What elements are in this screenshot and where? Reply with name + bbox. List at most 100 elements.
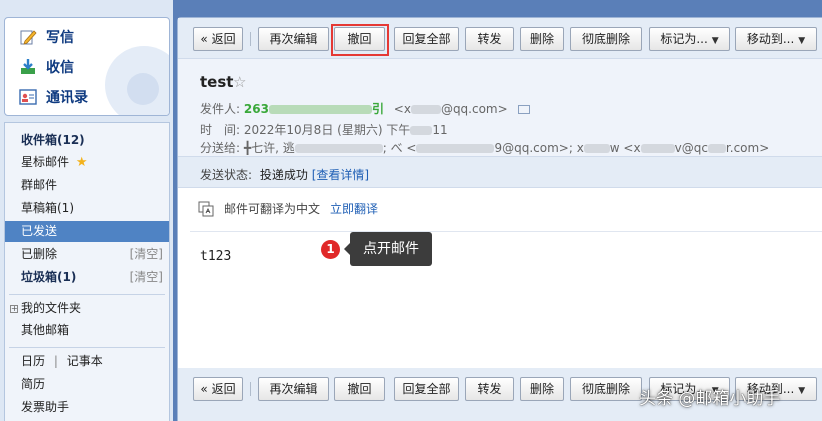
inbox-download-icon — [19, 58, 37, 76]
translate-bar: 邮件可翻译为中文 立即翻译 — [198, 200, 378, 217]
back-button[interactable]: « 返回 — [193, 377, 243, 401]
clear-deleted-link[interactable]: [清空] — [130, 244, 163, 265]
send-status: 发送状态: 投递成功 [查看详情] — [200, 166, 369, 183]
recipient-6[interactable]: r.com> — [726, 141, 769, 155]
resume-link[interactable]: 简历 — [5, 374, 169, 395]
delete-permanently-button[interactable]: 彻底删除 — [570, 27, 642, 51]
time-value: 2022年10月8日 (星期六) 下午 — [243, 123, 411, 137]
redacted-text — [583, 144, 610, 153]
contact-card-icon[interactable] — [517, 105, 530, 114]
sender-name[interactable]: 263 — [244, 102, 269, 116]
reply-all-button[interactable]: 回复全部 — [394, 377, 459, 401]
time-row: 时 间: 2022年10月8日 (星期六) 下午 11 — [200, 121, 448, 138]
move-to-dropdown[interactable]: 移动到... ▼ — [735, 27, 817, 51]
recall-button[interactable]: 撤回 — [334, 377, 385, 401]
delete-permanently-button[interactable]: 彻底删除 — [570, 377, 642, 401]
edit-again-button[interactable]: 再次编辑 — [258, 377, 329, 401]
recipient-5[interactable]: v@qc — [675, 141, 708, 155]
receive-mail-button[interactable]: 收信 — [19, 55, 74, 79]
time-label: 时 间: — [200, 123, 241, 137]
mail-header: test ☆ 发件人: 263 引 <x @qq.com> 时 间: 2022年10… — [178, 58, 822, 156]
delete-button[interactable]: 删除 — [520, 27, 564, 51]
receive-mail-label: 收信 — [46, 60, 74, 76]
folder-inbox[interactable]: 收件箱(12) — [5, 130, 169, 151]
contacts-card-icon — [19, 88, 37, 106]
left-sidebar: 写信 收信 通讯录 收件箱(12) 星标邮件 ★ 群邮件 草稿箱(1) 已发送 … — [0, 0, 173, 421]
dropdown-arrow-icon: ▼ — [798, 36, 806, 46]
recipient-4[interactable]: w <x — [610, 141, 641, 155]
folder-my-folders[interactable]: + 我的文件夹 — [5, 298, 169, 319]
star-icon: ★ — [75, 155, 88, 170]
resume-label: 简历 — [21, 377, 46, 391]
redacted-text — [294, 144, 383, 153]
sender-name-tail: 引 — [371, 102, 384, 116]
sender-email-prefix: <x — [393, 102, 411, 116]
folder-junk[interactable]: 垃圾箱(1) [清空] — [5, 267, 169, 288]
recipient-2[interactable]: ; べ < — [383, 141, 417, 155]
send-status-bar: 发送状态: 投递成功 [查看详情] — [178, 156, 822, 188]
divider — [190, 231, 822, 232]
redacted-text — [707, 144, 726, 153]
redacted-text — [410, 126, 433, 135]
forward-button[interactable]: 转发 — [465, 27, 514, 51]
redacted-text — [410, 105, 441, 114]
clear-junk-link[interactable]: [清空] — [130, 267, 163, 288]
delete-button[interactable]: 删除 — [520, 377, 564, 401]
folder-group[interactable]: 群邮件 — [5, 175, 169, 196]
folder-drafts-label: 草稿箱(1) — [21, 201, 74, 215]
star-icon[interactable]: ☆ — [233, 73, 246, 91]
recipients-row: 分送给: ╋七许, 逃 ; べ < 9@qq.com>; x w <x v@qc r.co… — [200, 139, 769, 156]
redacted-text — [640, 144, 675, 153]
expand-icon[interactable]: + — [10, 305, 18, 313]
contacts-button[interactable]: 通讯录 — [19, 85, 88, 109]
divider — [9, 347, 165, 348]
folder-inbox-label: 收件箱(12) — [21, 133, 85, 147]
forward-button[interactable]: 转发 — [465, 377, 514, 401]
top-toolbar: « 返回 再次编辑 撤回 回复全部 转发 删除 彻底删除 标记为... ▼ 移动到… — [178, 18, 822, 58]
recipient-1[interactable]: ╋七许, 逃 — [244, 141, 295, 155]
sender-label: 发件人: — [200, 102, 241, 116]
reply-all-button[interactable]: 回复全部 — [394, 27, 459, 51]
compose-panel: 写信 收信 通讯录 — [4, 17, 170, 116]
edit-again-button[interactable]: 再次编辑 — [258, 27, 329, 51]
toolbar-divider — [250, 382, 251, 396]
mark-as-label: 标记为... — [660, 32, 708, 46]
mail-view: « 返回 再次编辑 撤回 回复全部 转发 删除 彻底删除 标记为... ▼ 移动到… — [177, 17, 822, 421]
translate-icon — [198, 201, 214, 217]
calendar-link[interactable]: 日历 — [21, 354, 45, 368]
folder-my-folders-label: 我的文件夹 — [21, 301, 82, 315]
view-details-link[interactable]: [查看详情] — [312, 168, 369, 182]
pen-icon — [19, 28, 37, 46]
mark-as-dropdown[interactable]: 标记为... ▼ — [649, 27, 730, 51]
folder-other-mailbox[interactable]: 其他邮箱 — [5, 320, 169, 341]
tools-row: 日历 | 记事本 — [5, 351, 169, 372]
translate-now-link[interactable]: 立即翻译 — [330, 200, 378, 217]
time-tail: 11 — [432, 123, 448, 137]
folder-starred-label: 星标邮件 — [21, 155, 70, 169]
folder-deleted-label: 已删除 — [21, 247, 58, 261]
write-mail-label: 写信 — [46, 30, 74, 46]
folder-drafts[interactable]: 草稿箱(1) — [5, 198, 169, 219]
watermark: 头条 @邮箱小助手 — [639, 389, 781, 409]
notes-link[interactable]: 记事本 — [67, 354, 103, 368]
mail-subject: test — [200, 73, 234, 91]
folder-junk-label: 垃圾箱(1) — [21, 270, 77, 284]
folder-other-mailbox-label: 其他邮箱 — [21, 323, 70, 337]
send-status-value: 投递成功 — [259, 168, 308, 182]
folder-list: 收件箱(12) 星标邮件 ★ 群邮件 草稿箱(1) 已发送 已删除 [清空] 垃… — [4, 122, 170, 421]
folder-starred[interactable]: 星标邮件 ★ — [5, 152, 169, 173]
folder-deleted[interactable]: 已删除 [清空] — [5, 244, 169, 265]
back-button[interactable]: « 返回 — [193, 27, 243, 51]
write-mail-button[interactable]: 写信 — [19, 25, 74, 49]
recall-button[interactable]: 撤回 — [334, 27, 385, 51]
recipient-3[interactable]: 9@qq.com>; x — [494, 141, 583, 155]
step-number-badge: 1 — [321, 240, 340, 259]
redacted-text — [268, 105, 372, 114]
invoice-helper-link[interactable]: 发票助手 — [5, 397, 169, 418]
send-status-label: 发送状态: — [200, 168, 253, 182]
redacted-text — [416, 144, 495, 153]
sender-email-suffix: @qq.com> — [440, 102, 508, 116]
folder-sent[interactable]: 已发送 — [5, 221, 169, 242]
invoice-helper-label: 发票助手 — [21, 400, 70, 414]
folder-sent-label: 已发送 — [21, 224, 58, 238]
